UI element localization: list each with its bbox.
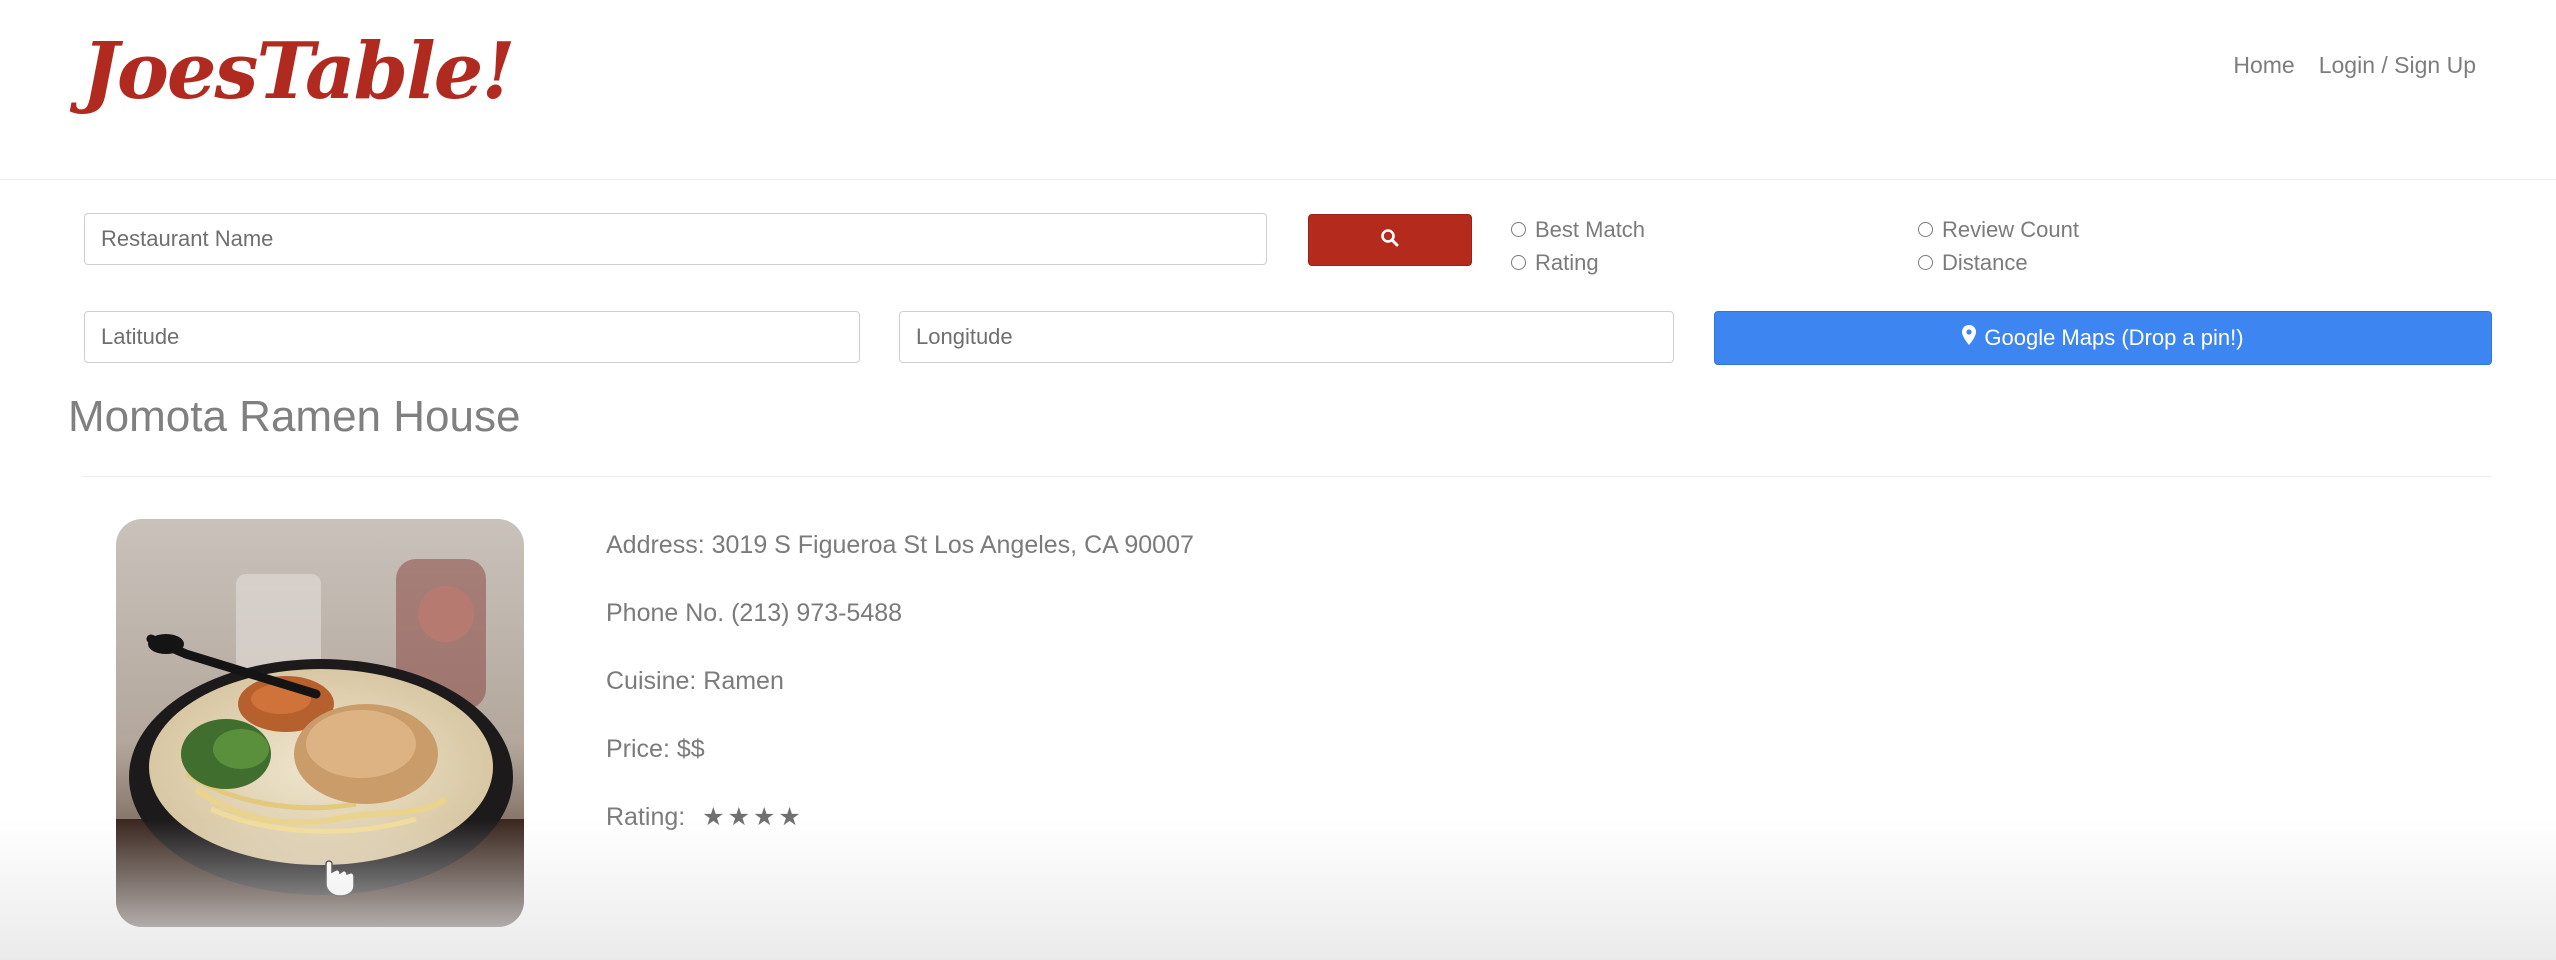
google-maps-label: Google Maps (Drop a pin!) <box>1984 325 2244 350</box>
phone-text: Phone No. (213) 973-5488 <box>606 599 903 627</box>
radio-label: Best Match <box>1535 216 1646 242</box>
radio-distance[interactable]: Distance <box>1918 246 2079 279</box>
header: JoesTable! Home Login / Sign Up <box>0 0 2556 180</box>
radio-circle[interactable] <box>1918 255 1933 270</box>
radio-best-match[interactable]: Best Match <box>1511 213 1645 246</box>
radio-rating[interactable]: Rating <box>1511 246 1645 279</box>
radio-circle[interactable] <box>1511 222 1526 237</box>
longitude-input[interactable] <box>899 311 1674 363</box>
restaurant-details: Address: 3019 S Figueroa St Los Angeles,… <box>606 527 1194 867</box>
divider <box>82 476 2492 477</box>
search-icon <box>1380 228 1400 253</box>
cuisine-text: Cuisine: Ramen <box>606 667 784 695</box>
rating-row: Rating: ★★★★ <box>606 799 1194 867</box>
radio-circle[interactable] <box>1511 255 1526 270</box>
latitude-input[interactable] <box>84 311 860 363</box>
radio-label: Distance <box>1942 249 2028 275</box>
address-text: Address: 3019 S Figueroa St Los Angeles,… <box>606 531 1194 559</box>
sort-options-left: Best Match Rating <box>1511 213 1645 279</box>
radio-review-count[interactable]: Review Count <box>1918 213 2079 246</box>
price-text: Price: $$ <box>606 735 705 763</box>
google-maps-button[interactable]: Google Maps (Drop a pin!) <box>1714 311 2492 365</box>
sort-options-right: Review Count Distance <box>1918 213 2079 279</box>
restaurant-name-heading: Momota Ramen House <box>68 392 521 441</box>
nav-login-signup-link[interactable]: Login / Sign Up <box>2319 52 2476 79</box>
search-button[interactable] <box>1308 214 1472 266</box>
radio-circle[interactable] <box>1918 222 1933 237</box>
rating-label: Rating: <box>606 803 686 831</box>
rating-stars: ★★★★ <box>702 803 804 831</box>
restaurant-photo[interactable] <box>116 519 524 927</box>
restaurant-name-input[interactable] <box>84 213 1267 265</box>
radio-label: Rating <box>1535 249 1599 275</box>
map-marker-icon <box>1962 325 1977 351</box>
site-logo[interactable]: JoesTable! <box>82 22 516 122</box>
radio-label: Review Count <box>1942 216 2079 242</box>
top-nav: Home Login / Sign Up <box>2233 52 2476 79</box>
nav-home-link[interactable]: Home <box>2233 52 2294 79</box>
